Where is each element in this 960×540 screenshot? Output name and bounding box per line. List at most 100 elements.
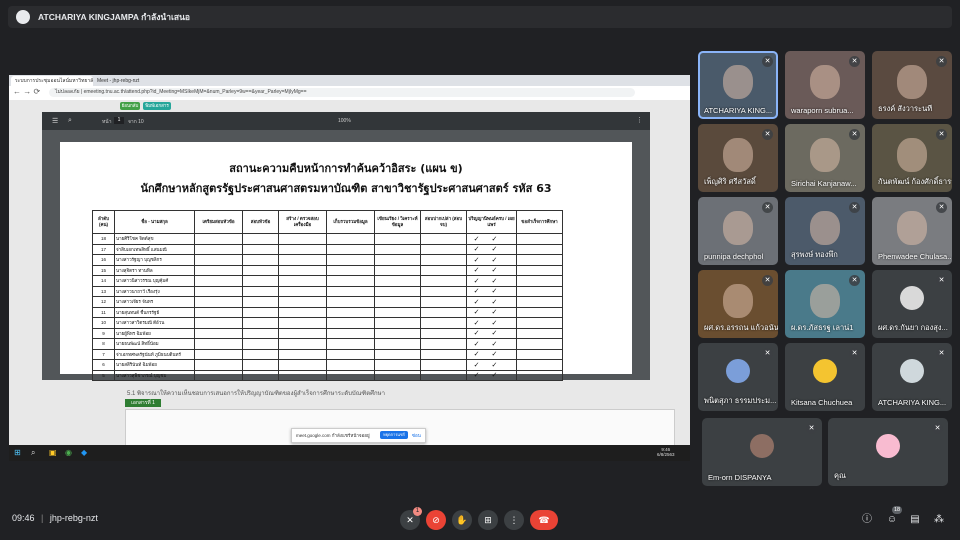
empty-cell — [242, 296, 279, 308]
document-tag: เอกสารที่ 1 — [125, 399, 161, 407]
row-number: 13 — [92, 285, 115, 297]
more-icon[interactable]: ⋮ — [636, 116, 643, 124]
taskbar-search-icon[interactable]: ⌕ — [31, 448, 35, 458]
more-options-button[interactable]: ⋮ — [504, 510, 524, 530]
row-number: 10 — [92, 317, 115, 329]
empty-cell — [194, 233, 243, 245]
empty-cell — [194, 296, 243, 308]
row-number: 8 — [92, 338, 115, 350]
participant-tile[interactable]: ✕ ผ.ดร.ภัสธรฐ เลาน่1 — [785, 270, 865, 338]
search-icon[interactable]: ⌕ — [68, 117, 72, 125]
page-input[interactable]: 1 — [114, 117, 124, 124]
doc-subtitle: นักศึกษาหลักสูตรรัฐประศาสนศาสตรมหาบัณฑิต… — [140, 182, 552, 195]
empty-cell — [242, 338, 279, 350]
menu-icon[interactable]: ☰ — [52, 117, 58, 125]
table-header-cell: เขียนเรียง / วิเคราะห์ ข้อมูล — [374, 210, 421, 234]
participant-tile[interactable]: ✕ Sirichai Kanjanaw... — [785, 124, 865, 192]
student-name: นางสาวเจียร จันทร — [114, 296, 195, 308]
table-row: 10 นางสาวสาวิตรมณี ดีอ้วน ✓✓ — [92, 317, 563, 329]
shared-screen: ระบบการประชุมออนไลน์มหาวิทยาลัย Meet - j… — [9, 75, 690, 461]
table-header-cell: ขอสำเร็จการศึกษา — [516, 210, 563, 234]
video-feed — [897, 211, 927, 245]
windows-start-icon[interactable]: ⊞ — [14, 448, 21, 457]
participant-tile[interactable]: ✕ ผศ.ดร.อรรถน แก้วอนันต์ — [698, 270, 778, 338]
participant-tile[interactable]: ✕ waraporn subrua... — [785, 51, 865, 119]
row-number: 11 — [92, 306, 115, 318]
zoom-level[interactable]: 100% — [338, 118, 351, 124]
participant-tile[interactable]: ✕ ATCHARIYA KING... — [872, 343, 952, 411]
empty-cell — [374, 338, 421, 350]
participant-tile[interactable]: ✕ ธรงค์ สังวาระนที — [872, 51, 952, 119]
avatar — [813, 359, 837, 383]
chat-icon[interactable]: ▤ — [907, 512, 923, 528]
participant-tile[interactable]: ✕ Phenwadee Chulasa... — [872, 197, 952, 265]
mic-muted-icon: ✕ — [849, 275, 860, 286]
hide-button[interactable]: ซ่อน — [412, 432, 421, 439]
empty-cell — [420, 369, 467, 381]
video-feed — [723, 284, 753, 318]
leave-call-button[interactable]: ☎ — [530, 510, 558, 530]
mic-muted-icon: ✕ — [936, 275, 947, 286]
check-cell: ✓✓ — [466, 296, 517, 308]
empty-cell — [194, 359, 243, 371]
avatar — [900, 359, 924, 383]
mic-muted-icon: ✕ — [936, 129, 947, 140]
empty-cell — [278, 243, 327, 255]
page-total: จาก 10 — [128, 119, 144, 125]
sharing-notice-bar: meet.google.com กำลังแชร์หน้าจออยู่ หยุด… — [291, 428, 426, 443]
empty-cell — [420, 254, 467, 266]
url-field[interactable]: ไม่ปลอดภัย | emeeting.tnu.ac.th/attend.p… — [49, 88, 635, 97]
info-icon[interactable]: ⓘ — [859, 512, 875, 528]
participant-tile[interactable]: ✕ ATCHARIYA KING... — [698, 51, 778, 119]
row-number: 6 — [92, 359, 115, 371]
empty-cell — [374, 264, 421, 276]
student-name: นายผู้พิทร ฉิมพ้อย — [114, 327, 195, 339]
browser-tab[interactable]: Meet - jhp-rebg-nzt — [93, 76, 167, 86]
participant-name: waraporn subrua... — [791, 106, 854, 115]
participant-tile[interactable]: ✕ กันตพัฒน์ ก้องศักดิ์ธารา — [872, 124, 952, 192]
participant-name: ธรงค์ สังวาระนที — [878, 104, 933, 113]
camera-off-button[interactable]: ⊘ — [426, 510, 446, 530]
activities-icon[interactable]: ⁂ — [931, 512, 947, 528]
empty-cell — [420, 306, 467, 318]
people-icon[interactable]: ☺ — [884, 512, 900, 528]
agenda-text: 5.1 พิจารณาให้ความเห็นชอบการเสนอการให้ปร… — [127, 391, 385, 397]
empty-cell — [516, 285, 563, 297]
participant-tile[interactable]: ✕ เพ็ญศิริ ศรีสวัสดิ์ — [698, 124, 778, 192]
empty-cell — [326, 243, 375, 255]
participant-tile[interactable]: ✕ punnipa dechphol — [698, 197, 778, 265]
video-feed — [810, 138, 840, 172]
participant-name: เพ็ญศิริ ศรีสวัสดิ์ — [704, 177, 756, 186]
nav-arrows-icon[interactable]: ← → ⟳ — [13, 87, 40, 96]
participant-tile[interactable]: ✕ Kitsana Chuchuea — [785, 343, 865, 411]
check-cell: ✓✓ — [466, 243, 517, 255]
empty-cell — [420, 359, 467, 371]
table-row: 14 นางสาวนิสาวรรณ บุญคุ้มศ์ ✓✓ — [92, 275, 563, 287]
app-icon[interactable]: ◆ — [81, 448, 87, 457]
empty-cell — [374, 369, 421, 381]
present-button[interactable]: ⊞ — [478, 510, 498, 530]
folder-icon[interactable]: ▣ — [49, 448, 57, 457]
print-button[interactable]: พิมพ์เอกสาร — [143, 102, 171, 110]
empty-cell — [516, 264, 563, 276]
participant-name: Em-orn DISPANYA — [708, 473, 772, 482]
participant-tile[interactable]: ✕ สุรพงษ์ ทองพึก — [785, 197, 865, 265]
chrome-icon[interactable]: ◉ — [65, 448, 72, 457]
participant-tile[interactable]: ✕ คุณ — [828, 418, 948, 486]
doc-title: สถานะความคืบหน้าการทำค้นคว้าอิสระ (แผน ข… — [229, 162, 463, 175]
student-name: นางสาวนาถาวี เรืองรุ่ง — [114, 285, 195, 297]
empty-cell — [242, 275, 279, 287]
table-header-cell: ชื่อ - นามสกุล — [114, 210, 195, 234]
raise-hand-button[interactable]: ✋ — [452, 510, 472, 530]
empty-cell — [326, 285, 375, 297]
empty-cell — [516, 296, 563, 308]
empty-cell — [326, 369, 375, 381]
status-table: ลำดับ (คน) ชื่อ - นามสกุล เตรียมสอบหัวข้อส… — [92, 210, 563, 381]
stop-sharing-button[interactable]: หยุดการแชร์ — [380, 431, 408, 439]
participant-tile[interactable]: ✕ ผศ.ดร.กันยา กองสุง... — [872, 270, 952, 338]
browser-tab[interactable]: ระบบการประชุมออนไลน์มหาวิทยาลัย — [11, 76, 93, 86]
participant-tile[interactable]: ✕ Em-orn DISPANYA — [702, 418, 822, 486]
present-icon: ⊞ — [484, 515, 492, 525]
participant-tile[interactable]: ✕ พนิตสุภา ธรรมประม... — [698, 343, 778, 411]
back-button[interactable]: ย้อนกลับ — [120, 102, 140, 110]
